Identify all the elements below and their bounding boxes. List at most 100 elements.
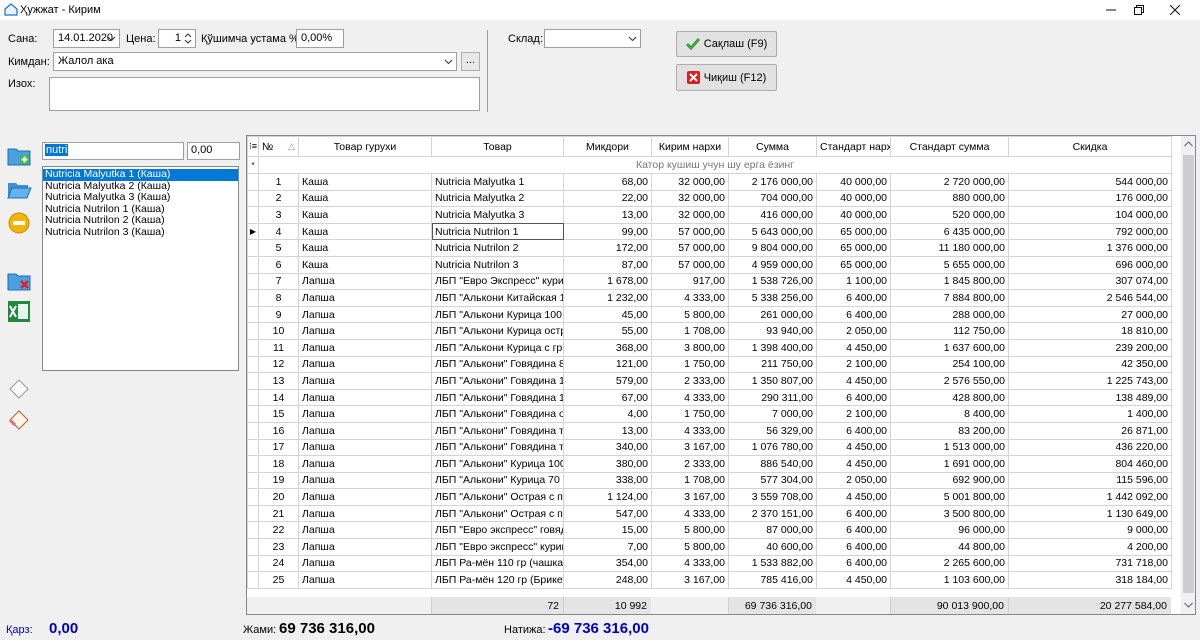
sum-cell[interactable]: 40 600,00 xyxy=(728,538,817,556)
standard-sum-cell[interactable]: 254 100,00 xyxy=(890,355,1009,374)
purchase-price-cell[interactable]: 32 000,00 xyxy=(651,206,729,224)
group-cell[interactable]: Лапша xyxy=(298,355,432,374)
standard-sum-cell[interactable]: 692 900,00 xyxy=(890,471,1009,490)
group-cell[interactable]: Лапша xyxy=(298,538,432,556)
row-number[interactable]: 13 xyxy=(258,372,299,390)
standard-price-cell[interactable]: 4 450,00 xyxy=(816,571,891,589)
sum-cell[interactable]: 1 398 400,00 xyxy=(728,338,817,357)
purchase-price-cell[interactable]: 5 800,00 xyxy=(651,305,729,324)
row-indicator[interactable] xyxy=(247,471,259,490)
purchase-price-cell[interactable]: 4 333,00 xyxy=(651,421,729,440)
sum-cell[interactable]: 211 750,00 xyxy=(728,355,817,374)
quantity-cell[interactable]: 121,00 xyxy=(563,355,652,374)
quantity-cell[interactable]: 547,00 xyxy=(563,504,652,523)
group-cell[interactable]: Каша xyxy=(298,173,432,191)
delete-folder-button[interactable] xyxy=(6,267,32,293)
row-number[interactable]: 3 xyxy=(258,206,299,224)
table-row[interactable]: 15 Лапша ЛБП "Алькони" Говядина ост 4,00 1 7… xyxy=(247,405,1172,423)
standard-price-cell[interactable]: 4 450,00 xyxy=(816,372,891,390)
row-indicator[interactable] xyxy=(247,571,259,589)
row-number[interactable]: 4 xyxy=(258,222,299,241)
quantity-cell[interactable]: 248,00 xyxy=(563,571,652,589)
new-row[interactable]: * Катор кушиш учун шу ерга ёзинг xyxy=(247,156,1172,174)
sum-cell[interactable]: 577 304,00 xyxy=(728,471,817,490)
scroll-down-icon[interactable] xyxy=(1184,602,1193,608)
standard-sum-cell[interactable]: 288 000,00 xyxy=(890,305,1009,324)
standard-price-cell[interactable]: 2 100,00 xyxy=(816,355,891,374)
quantity-cell[interactable]: 13,00 xyxy=(563,421,652,440)
group-cell[interactable]: Лапша xyxy=(298,305,432,324)
row-number[interactable]: 21 xyxy=(258,504,299,523)
discount-cell[interactable]: 1 225 743,00 xyxy=(1008,372,1172,390)
quantity-cell[interactable]: 4,00 xyxy=(563,405,652,423)
row-indicator[interactable] xyxy=(247,272,259,291)
standard-sum-cell[interactable]: 11 180 000,00 xyxy=(890,239,1009,257)
warehouse-select[interactable] xyxy=(544,29,641,48)
row-indicator[interactable] xyxy=(247,322,259,340)
standard-price-cell[interactable]: 40 000,00 xyxy=(816,206,891,224)
product-cell[interactable]: ЛБП "Алькони Курица с гриб xyxy=(431,338,564,357)
group-cell[interactable]: Лапша xyxy=(298,471,432,490)
standard-sum-cell[interactable]: 520 000,00 xyxy=(890,206,1009,224)
product-cell[interactable]: ЛБП "Алькони" Курица 100 гр xyxy=(431,455,564,473)
standard-sum-cell[interactable]: 8 400,00 xyxy=(890,405,1009,423)
quantity-cell[interactable]: 380,00 xyxy=(563,455,652,473)
row-number[interactable]: 18 xyxy=(258,455,299,473)
row-number[interactable]: 16 xyxy=(258,421,299,440)
group-cell[interactable]: Каша xyxy=(298,239,432,257)
quantity-cell[interactable]: 87,00 xyxy=(563,255,652,274)
discount-cell[interactable]: 1 130 649,00 xyxy=(1008,504,1172,523)
quantity-cell[interactable]: 68,00 xyxy=(563,173,652,191)
standard-price-cell[interactable]: 6 400,00 xyxy=(816,521,891,540)
purchase-price-cell[interactable]: 5 800,00 xyxy=(651,538,729,556)
discount-cell[interactable]: 804 460,00 xyxy=(1008,455,1172,473)
product-cell[interactable]: ЛБП "Алькони Курица острая xyxy=(431,322,564,340)
standard-price-cell[interactable]: 6 400,00 xyxy=(816,554,891,573)
purchase-price-cell[interactable]: 3 800,00 xyxy=(651,338,729,357)
save-button[interactable]: Сақлаш (F9) xyxy=(676,31,777,57)
discount-cell[interactable]: 696 000,00 xyxy=(1008,255,1172,274)
product-cell[interactable]: ЛБП "Алькони" Острая с пер xyxy=(431,504,564,523)
table-row[interactable]: 9 Лапша ЛБП "Алькони Курица 100 гр 45,00 5 8… xyxy=(247,305,1172,324)
product-cell[interactable]: ЛБП "Алькони" Говядина туш xyxy=(431,421,564,440)
group-cell[interactable]: Лапша xyxy=(298,488,432,506)
group-cell[interactable]: Каша xyxy=(298,222,432,241)
row-number[interactable]: 11 xyxy=(258,338,299,357)
purchase-price-cell[interactable]: 4 333,00 xyxy=(651,554,729,573)
table-row[interactable]: 20 Лапша ЛБП "Алькони" Острая с пер 1 124,0… xyxy=(247,488,1172,506)
group-cell[interactable]: Лапша xyxy=(298,338,432,357)
standard-price-cell[interactable]: 4 450,00 xyxy=(816,438,891,457)
extra-markup-input[interactable]: 0,00% xyxy=(296,29,344,48)
sum-cell[interactable]: 1 533 882,00 xyxy=(728,554,817,573)
list-item[interactable]: Nutricia Malyutka 3 (Каша) xyxy=(43,191,238,204)
group-cell[interactable]: Лапша xyxy=(298,521,432,540)
standard-sum-cell[interactable]: 1 691 000,00 xyxy=(890,455,1009,473)
standard-sum-cell[interactable]: 3 500 800,00 xyxy=(890,504,1009,523)
browse-button[interactable]: ... xyxy=(461,52,480,71)
row-indicator[interactable] xyxy=(247,538,259,556)
table-row[interactable]: 3 Каша Nutricia Malyutka 3 13,00 32 000,00 41… xyxy=(247,206,1172,224)
group-cell[interactable]: Лапша xyxy=(298,504,432,523)
standard-sum-cell[interactable]: 1 845 800,00 xyxy=(890,272,1009,291)
quantity-cell[interactable]: 99,00 xyxy=(563,222,652,241)
quantity-cell[interactable]: 13,00 xyxy=(563,206,652,224)
scroll-up-icon[interactable] xyxy=(1184,141,1193,147)
product-cell[interactable]: Nutricia Malyutka 3 xyxy=(431,206,564,224)
quantity-cell[interactable]: 340,00 xyxy=(563,438,652,457)
standard-price-cell[interactable]: 6 400,00 xyxy=(816,538,891,556)
discount-cell[interactable]: 9 000,00 xyxy=(1008,521,1172,540)
standard-price-cell[interactable]: 2 050,00 xyxy=(816,322,891,340)
row-number[interactable]: 19 xyxy=(258,471,299,490)
remove-button[interactable] xyxy=(6,210,32,236)
table-row[interactable]: 22ЛапшаЛБП "Евро экспресс" говядин15,005… xyxy=(247,521,1172,540)
standard-price-cell[interactable]: 6 400,00 xyxy=(816,421,891,440)
standard-sum-cell[interactable]: 6 435 000,00 xyxy=(890,222,1009,241)
sum-cell[interactable]: 1 538 726,00 xyxy=(728,272,817,291)
amount-input[interactable]: 0,00 xyxy=(187,142,240,160)
discount-cell[interactable]: 104 000,00 xyxy=(1008,206,1172,224)
discount-cell[interactable]: 792 000,00 xyxy=(1008,222,1172,241)
row-number[interactable]: 5 xyxy=(258,239,299,257)
group-cell[interactable]: Каша xyxy=(298,206,432,224)
product-cell[interactable]: ЛБП "Евро экспресс" курица xyxy=(431,538,564,556)
price-stepper[interactable]: 1 xyxy=(158,29,196,48)
